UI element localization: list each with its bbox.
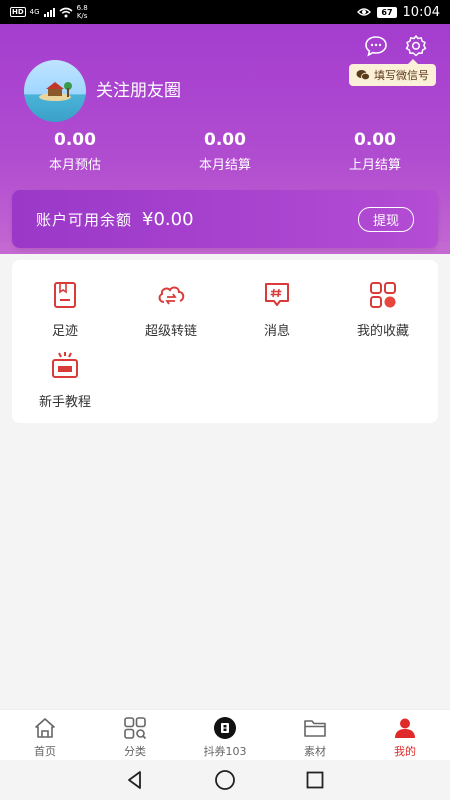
menu-item-favorites[interactable]: 我的收藏: [330, 280, 436, 339]
earnings-stats: 0.00 本月预估 0.00 本月结算 0.00 上月结算: [0, 130, 450, 173]
profile-icon: [395, 718, 415, 738]
menu-label: 超级转链: [144, 324, 197, 339]
stat-label: 本月结算: [198, 158, 251, 173]
tab-label: 我的: [394, 745, 416, 758]
balance-amount: ¥0.00: [142, 208, 194, 230]
tutorial-icon: [52, 352, 78, 378]
tab-douquan[interactable]: 抖券103: [180, 710, 270, 760]
footprint-icon: [54, 282, 76, 308]
tab-label: 首页: [34, 745, 56, 758]
hd-badge: HD: [10, 7, 26, 17]
username[interactable]: 关注朋友圈: [96, 76, 181, 101]
tab-profile[interactable]: 我的: [360, 710, 450, 760]
speed-value: 6.8: [76, 4, 88, 12]
clock: 10:04: [402, 4, 440, 20]
folder-icon: [304, 720, 326, 737]
message-icon: [265, 283, 289, 306]
home-circle-icon[interactable]: [214, 769, 236, 791]
menu-item-message[interactable]: 消息: [224, 280, 330, 339]
menu-label: 足迹: [51, 324, 78, 339]
menu-label: 我的收藏: [356, 324, 409, 339]
douquan-icon: [214, 717, 236, 739]
recents-square-icon[interactable]: [305, 770, 325, 790]
stat-value: 0.00: [204, 130, 246, 150]
settings-gear-icon[interactable]: [404, 34, 428, 58]
wechat-icon: [356, 70, 370, 81]
tab-label: 素材: [304, 745, 326, 758]
avatar[interactable]: [24, 60, 86, 122]
status-left: HD 4G 6.8 K/s: [10, 4, 88, 20]
wifi-icon: [59, 7, 73, 17]
withdraw-button[interactable]: 提现: [357, 206, 414, 232]
balance-card: 账户可用余额 ¥0.00 提现: [12, 190, 438, 248]
tab-label: 抖券103: [203, 745, 247, 758]
bottom-tab-bar: 首页 分类 抖券103 素材 我的: [0, 709, 450, 760]
tab-category[interactable]: 分类: [90, 710, 180, 760]
network-speed: 6.8 K/s: [77, 4, 88, 20]
chat-bubble-icon[interactable]: [364, 34, 388, 58]
header-actions: [364, 34, 428, 58]
menu-label: 消息: [263, 324, 290, 339]
back-triangle-icon[interactable]: [125, 770, 145, 790]
signal-icon: [43, 7, 55, 17]
menu-item-footprint[interactable]: 足迹: [12, 280, 118, 339]
link-convert-icon: [158, 286, 185, 305]
balance-label: 账户可用余额: [36, 210, 133, 229]
wechat-tip-label: 填写微信号: [374, 69, 429, 82]
favorites-icon: [370, 282, 396, 308]
wechat-id-tip[interactable]: 填写微信号: [349, 59, 436, 86]
feature-menu: 足迹 超级转链 消息 我的收藏 新手教程: [12, 260, 438, 423]
stat-month-settled[interactable]: 0.00 本月结算: [150, 130, 300, 173]
home-icon: [35, 718, 55, 738]
menu-item-super-link[interactable]: 超级转链: [118, 280, 224, 339]
tab-label: 分类: [124, 745, 146, 758]
category-icon: [124, 717, 147, 740]
stat-value: 0.00: [54, 130, 96, 150]
stat-label: 本月预估: [48, 158, 101, 173]
network-type: 4G: [29, 8, 40, 16]
battery-indicator: 67: [377, 6, 397, 18]
stat-last-month-settled[interactable]: 0.00 上月结算: [300, 130, 450, 173]
status-bar: HD 4G 6.8 K/s 67 10:04: [0, 0, 450, 24]
stat-value: 0.00: [354, 130, 396, 150]
system-nav-bar: [0, 760, 450, 800]
menu-label: 新手教程: [38, 395, 91, 410]
eye-icon: [357, 8, 372, 16]
tab-home[interactable]: 首页: [0, 710, 90, 760]
stat-label: 上月结算: [348, 158, 401, 173]
stat-month-estimate[interactable]: 0.00 本月预估: [0, 130, 150, 173]
menu-item-tutorial[interactable]: 新手教程: [12, 351, 118, 410]
tab-material[interactable]: 素材: [270, 710, 360, 760]
status-right: 67 10:04: [357, 5, 440, 20]
speed-unit: K/s: [76, 12, 88, 20]
avatar-island-image: [39, 82, 72, 101]
